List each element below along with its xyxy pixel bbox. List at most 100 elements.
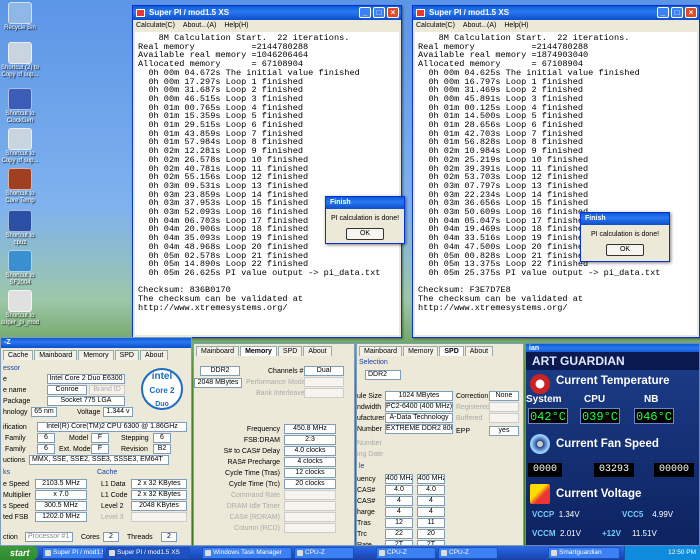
desktop-icon-core-temp[interactable]: Shortcut to Core Temp (0, 168, 40, 205)
window-title-fragment: ian (529, 345, 540, 352)
timing-value: 4.0 clocks (284, 446, 336, 456)
tab-spd[interactable]: SPD (277, 346, 303, 356)
task-task-manager[interactable]: Windows Task Manager (202, 547, 292, 559)
tab-mainboard[interactable]: Mainboard (196, 346, 240, 356)
tab-about[interactable]: About (140, 350, 169, 360)
maximize-button[interactable]: □ (373, 7, 385, 18)
temperature-heading: Current Temperature (556, 375, 670, 387)
desktop-icon-shortcut[interactable]: Shortcut (2) to Copy of sup... (0, 42, 40, 79)
fan-speed-2: 03293 (594, 463, 634, 477)
task-superpi-1[interactable]: Super PI / mod1.5 XS (42, 547, 104, 559)
label-l1-code: L1 Code (101, 492, 128, 499)
l1-code: 2 x 32 KBytes (131, 490, 187, 500)
timing-value-disabled (284, 490, 336, 500)
close-button[interactable]: × (387, 7, 399, 18)
task-cpuz-1[interactable]: CPU-Z (294, 547, 354, 559)
label-codename: e name (3, 387, 27, 394)
fan-speed-1: 0000 (528, 463, 562, 477)
menu-about[interactable]: About...(A) (463, 22, 496, 29)
finish-dialog-1[interactable]: Finish PI calculation is done! OK (325, 196, 405, 244)
correction: None (489, 391, 519, 401)
cpu-family: 6 (37, 433, 55, 443)
tab-memory[interactable]: Memory (240, 346, 277, 356)
superpi-window-2[interactable]: Super PI / mod1.5 XS _ □ × Calculate(C) Abo… (412, 5, 700, 338)
desktop-icon-shortcut[interactable]: Shortcut to Copy of sup... (0, 128, 40, 165)
task-cpuz-2[interactable]: CPU-Z (376, 547, 436, 559)
spd-label: ufacturer (357, 415, 385, 422)
menu-calculate[interactable]: Calculate(C) (416, 22, 455, 29)
desktop-icon-recycle-bin[interactable]: Recycle Bin (0, 2, 40, 32)
timing-jedec-value: 400 MHz (417, 474, 445, 484)
tab-strip: Mainboard Memory SPD About (196, 346, 333, 356)
system-temperature: 042°C (528, 408, 568, 424)
tab-spd[interactable]: SPD (114, 350, 139, 360)
menu-about[interactable]: About...(A) (183, 22, 216, 29)
timing-label: S# to CAS# Delay (223, 448, 280, 455)
timing-jedec-value: 4 (385, 496, 413, 506)
clockgen-icon (8, 88, 32, 110)
cpuz-spd-window[interactable]: Mainboard Memory SPD About Selection DDR2 u… (356, 343, 524, 546)
ok-button[interactable]: OK (346, 228, 384, 240)
label-bus-speed: s Speed (3, 503, 29, 510)
finish-dialog-2[interactable]: Finish PI calculation is done! OK (580, 212, 670, 262)
label-system-temp: System (526, 394, 562, 405)
label-instructions: uctions (3, 457, 26, 464)
label-cores: Cores (81, 534, 100, 541)
tab-spd[interactable]: SPD (439, 346, 464, 356)
icon-label: Shortcut to super_pi_mod (0, 313, 40, 326)
label-channels: Channels # (268, 368, 304, 375)
timing-jedec-value: 4.0 (385, 485, 413, 495)
tab-mainboard[interactable]: Mainboard (359, 346, 403, 356)
title-bar[interactable]: -Z (1, 338, 191, 348)
menu-calculate[interactable]: Calculate(C) (136, 22, 175, 29)
brand-id: Brand ID (89, 385, 125, 395)
maximize-button[interactable]: □ (671, 7, 683, 18)
desktop-icon-super-pi[interactable]: Shortcut to super_pi_mod (0, 290, 40, 327)
timing-label: Tras (357, 520, 371, 527)
label-name: e (3, 376, 7, 383)
title-bar[interactable]: Super PI / mod1.5 XS _ □ × (413, 6, 699, 20)
processor-select[interactable]: Processor #1 (25, 532, 73, 542)
task-superpi-2[interactable]: Super PI / mod1.5 XS (106, 547, 190, 559)
menu-help[interactable]: Help(H) (224, 22, 248, 29)
fan-speed-3: 00000 (654, 463, 694, 477)
logo-core2-text: Core 2 (149, 386, 175, 395)
desktop-icon-cpuz[interactable]: Shortcut to cpuz (0, 210, 40, 247)
label-core-speed: e Speed (3, 481, 30, 488)
intel-core2-duo-logo: intel Core 2 Duo (141, 368, 183, 410)
desktop-icon-sf2004[interactable]: Shortcut to SF2004 (0, 250, 40, 287)
timing-label: CAS# (357, 487, 376, 494)
timing-jedec-value: 20 (417, 529, 445, 539)
tab-about[interactable]: About (464, 346, 494, 356)
close-button[interactable]: × (685, 7, 697, 18)
tab-memory[interactable]: Memory (403, 346, 439, 356)
minimize-button[interactable]: _ (359, 7, 371, 18)
cpuz-cpu-window[interactable]: -Z Cache Mainboard Memory SPD About essor e … (0, 337, 192, 546)
clock[interactable]: 12:50 PM (668, 549, 696, 556)
slot-select[interactable]: DDR2 (365, 370, 401, 380)
task-smartguardian[interactable]: Smartguardian (548, 547, 620, 559)
menu-help[interactable]: Help(H) (504, 22, 528, 29)
title-bar[interactable]: Super PI / mod1.5 XS _ □ × (133, 6, 401, 20)
smartguardian-window[interactable]: ian ART GUARDIAN Current Temperature Sys… (525, 343, 700, 546)
memory-size: 2048 MBytes (194, 378, 242, 388)
cores: 2 (103, 532, 119, 542)
tab-cache[interactable]: Cache (3, 350, 34, 360)
label-vcc5: VCC5 (622, 510, 644, 519)
ok-button[interactable]: OK (606, 244, 644, 256)
spd-label: ule Size (357, 393, 382, 400)
minimize-button[interactable]: _ (657, 7, 669, 18)
task-cpuz-3[interactable]: CPU-Z (438, 547, 498, 559)
start-button[interactable]: start (0, 546, 38, 560)
tab-mainboard[interactable]: Mainboard (34, 350, 78, 360)
dialog-message: PI calculation is done! (330, 215, 400, 222)
timing-value: 450.8 MHz (284, 424, 336, 434)
timing-value-disabled (284, 512, 336, 522)
cpuz-memory-window[interactable]: Mainboard Memory SPD About DDR2 2048 MBytes… (193, 343, 355, 546)
fan-icon (530, 434, 550, 454)
tab-memory[interactable]: Memory (78, 350, 114, 360)
tab-about[interactable]: About (303, 346, 332, 356)
desktop-icon-clockgen[interactable]: Shortcut to ClockGen (0, 88, 40, 125)
superpi-window-1[interactable]: Super PI / mod1.5 XS _ □ × Calculate(C) Abo… (132, 5, 402, 338)
window-title: -Z (4, 339, 11, 346)
